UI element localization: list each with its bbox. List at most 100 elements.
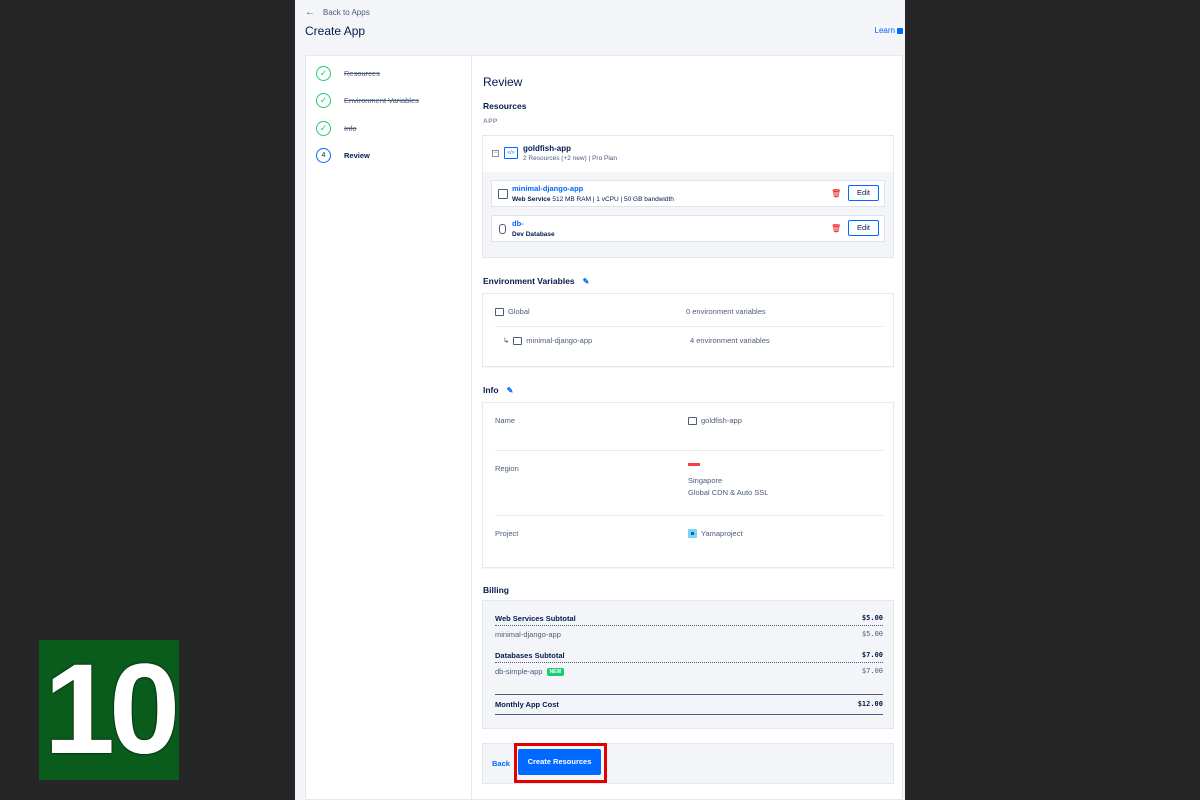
trash-icon[interactable]: 🗑	[831, 224, 841, 233]
back-arrow-icon: ←	[305, 7, 315, 18]
env-heading-label: Environment Variables	[483, 276, 575, 286]
project-icon	[688, 529, 697, 538]
stepper: ✓ Resources ✓ Environment Variables ✓ In…	[306, 56, 472, 799]
env-row-value: 4 environment variables	[690, 336, 770, 345]
learn-label: Learn	[874, 26, 895, 35]
app-summary: 2 Resources (+2 new) | Pro Plan	[523, 155, 617, 162]
db-subtotal-label: Databases Subtotal	[495, 651, 565, 660]
web-subtotal-amount: $5.00	[861, 614, 883, 622]
step-resources[interactable]: ✓ Resources	[316, 66, 380, 81]
divider	[495, 515, 883, 516]
edit-button[interactable]: Edit	[848, 220, 879, 236]
resource-detail: Web Service 512 MB RAM | 1 vCPU | 50 GB …	[512, 196, 674, 203]
resource-name[interactable]: minimal-django-app	[512, 184, 583, 193]
page-title: Create App	[305, 24, 366, 38]
resource-detail: Dev Database	[512, 231, 555, 238]
back-to-apps-link[interactable]: ← Back to Apps	[305, 7, 370, 18]
wizard-footer: Back Create Resources	[482, 743, 894, 784]
step-label: Info	[344, 124, 357, 133]
check-icon: ✓	[316, 121, 331, 136]
resources-heading: Resources	[483, 101, 526, 111]
book-icon	[897, 27, 903, 34]
info-project-value: Yamaproject	[688, 529, 743, 538]
billing-heading: Billing	[483, 585, 509, 595]
review-title: Review	[483, 75, 523, 89]
env-heading: Environment Variables ✎	[483, 276, 589, 286]
new-badge: NEW	[546, 668, 565, 677]
info-project-label: Project	[495, 529, 519, 538]
billing-heading-label: Billing	[483, 585, 509, 595]
create-app-page: ← Back to Apps Create App Learn ✓ Resour…	[295, 0, 905, 800]
global-icon	[495, 307, 504, 316]
web-services-subtotal: Web Services Subtotal $5.00	[495, 614, 883, 623]
divider	[495, 694, 883, 695]
wizard-panel: ✓ Resources ✓ Environment Variables ✓ In…	[305, 55, 903, 800]
resource-type: Web Service	[512, 196, 551, 203]
db-subtotal-amount: $7.00	[861, 651, 883, 659]
resource-spec: 512 MB RAM | 1 vCPU | 50 GB bandwidth	[550, 196, 674, 203]
project-name: Yamaproject	[701, 529, 743, 538]
app-resources-box: − </> goldfish-app 2 Resources (+2 new) …	[482, 135, 894, 258]
resource-card-database: db- Dev Database 🗑 Edit	[491, 215, 885, 242]
database-item: db-simple-app NEW $7.00	[495, 667, 883, 677]
database-icon	[499, 224, 506, 234]
edit-button[interactable]: Edit	[848, 185, 879, 201]
web-subtotal-label: Web Services Subtotal	[495, 614, 576, 623]
app-header: − </> goldfish-app 2 Resources (+2 new) …	[483, 136, 893, 172]
create-resources-button[interactable]: Create Resources	[518, 749, 601, 775]
info-name-value: goldfish-app	[688, 416, 742, 425]
env-row-service: ↳ minimal-django-app	[503, 336, 592, 345]
divider	[495, 326, 883, 327]
step-info[interactable]: ✓ Info	[316, 121, 357, 136]
db-item-amount: $7.00	[861, 667, 883, 675]
web-item-amount: $5.00	[861, 630, 883, 638]
monthly-cost: Monthly App Cost $12.00	[495, 700, 883, 709]
divider	[495, 625, 883, 626]
app-name-value: goldfish-app	[701, 416, 742, 425]
db-item-label: db-simple-app	[495, 667, 543, 676]
info-heading: Info ✎	[483, 385, 513, 395]
step-review[interactable]: 4 Review	[316, 148, 370, 163]
env-card: Global 0 environment variables ↳ minimal…	[482, 293, 894, 367]
region-flag-icon	[688, 463, 700, 467]
learn-link[interactable]: Learn	[875, 26, 903, 35]
step-label: Review	[344, 151, 370, 160]
step-number-badge: 10	[39, 638, 180, 781]
step-number-text: 10	[43, 638, 180, 781]
resource-name[interactable]: db-	[512, 219, 524, 228]
check-icon: ✓	[316, 93, 331, 108]
divider	[495, 662, 883, 663]
app-label: APP	[483, 118, 498, 125]
check-icon: ✓	[316, 66, 331, 81]
app-name: goldfish-app	[523, 144, 571, 153]
step-label: Resources	[344, 69, 380, 78]
env-row-global: Global	[495, 307, 530, 316]
trash-icon[interactable]: 🗑	[831, 189, 841, 198]
back-button[interactable]: Back	[492, 759, 510, 768]
web-item-label: minimal-django-app	[495, 630, 561, 639]
divider	[495, 450, 883, 451]
resources-heading-label: Resources	[483, 101, 527, 111]
resource-card-web-service: minimal-django-app Web Service 512 MB RA…	[491, 180, 885, 207]
pencil-icon[interactable]: ✎	[583, 277, 590, 286]
info-name-label: Name	[495, 416, 516, 425]
info-heading-label: Info	[483, 385, 499, 395]
info-region-label: Region	[495, 464, 519, 473]
env-row-name: minimal-django-app	[526, 336, 593, 345]
databases-subtotal: Databases Subtotal $7.00	[495, 651, 883, 660]
collapse-icon[interactable]: −	[492, 150, 499, 157]
info-region-extra: Global CDN & Auto SSL	[688, 488, 769, 497]
billing-box: Web Services Subtotal $5.00 minimal-djan…	[482, 600, 894, 729]
web-service-icon	[513, 336, 523, 345]
child-arrow-icon: ↳	[503, 336, 510, 345]
web-service-icon	[498, 189, 508, 199]
env-row-name: Global	[508, 307, 530, 316]
info-card: Name goldfish-app Region Singapore Globa…	[482, 402, 894, 568]
monthly-label: Monthly App Cost	[495, 700, 559, 709]
env-row-value: 0 environment variables	[686, 307, 766, 316]
step-environment-variables[interactable]: ✓ Environment Variables	[316, 93, 419, 108]
web-service-item: minimal-django-app $5.00	[495, 630, 883, 639]
pencil-icon[interactable]: ✎	[507, 386, 514, 395]
code-icon: </>	[504, 147, 518, 159]
app-icon	[688, 416, 697, 425]
